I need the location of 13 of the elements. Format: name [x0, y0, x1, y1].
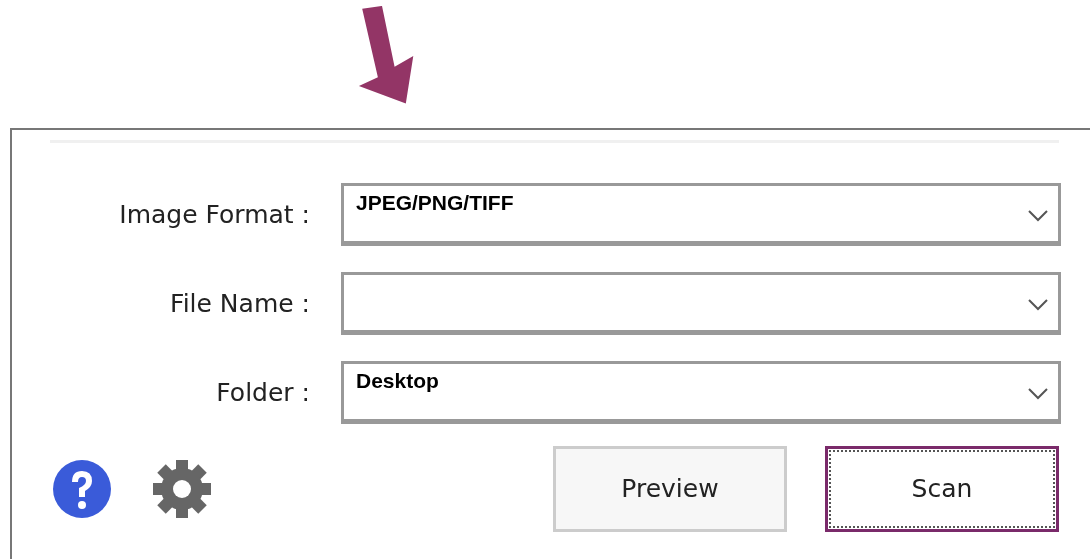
- chevron-down-icon: [1028, 210, 1048, 222]
- dropdown-field[interactable]: [341, 272, 1061, 335]
- dropdown-field[interactable]: JPEG/PNG/TIFF: [341, 183, 1061, 246]
- settings-icon[interactable]: [152, 459, 212, 519]
- chevron-down-icon: [1028, 388, 1048, 400]
- help-icon[interactable]: [52, 459, 112, 519]
- field-label: File Name :: [169, 287, 310, 320]
- field-label: Image Format :: [118, 198, 310, 231]
- dropdown-field[interactable]: Desktop: [341, 361, 1061, 424]
- dialog-button[interactable]: Preview: [553, 446, 787, 532]
- field-label: Folder :: [215, 376, 310, 409]
- dialog-button[interactable]: Scan: [825, 446, 1059, 532]
- chevron-down-icon: [1028, 299, 1048, 311]
